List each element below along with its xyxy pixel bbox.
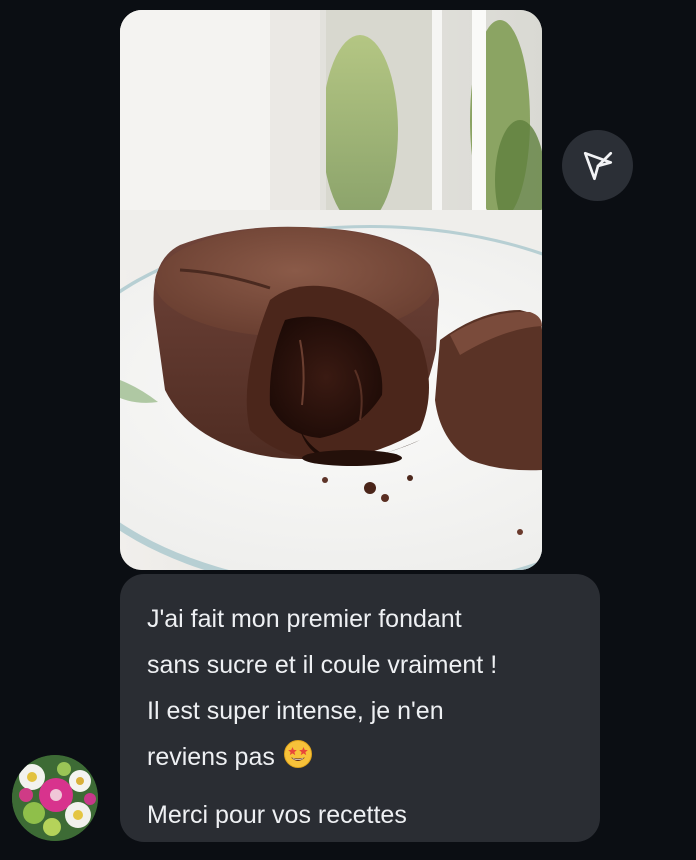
star-struck-emoji [283,738,313,784]
message-line: sans sucre et il coule vraiment ! [147,651,498,679]
paper-plane-icon [583,151,612,180]
share-button[interactable] [562,130,633,201]
message-bubble[interactable]: J'ai fait mon premier fondant sans sucre… [120,574,600,842]
flower-avatar[interactable] [12,755,98,841]
message-line: Il est super intense, je n'en [147,697,444,725]
flower-bouquet-image [12,755,98,841]
chocolate-fondant-photo [120,10,542,570]
message-line: J'ai fait mon premier fondant [147,605,462,633]
message-line-text: reviens pas [147,743,275,771]
message-line-with-emoji: reviens pas [147,734,574,784]
message-line: Merci pour vos recettes [147,801,407,829]
message-photo[interactable] [120,10,542,570]
